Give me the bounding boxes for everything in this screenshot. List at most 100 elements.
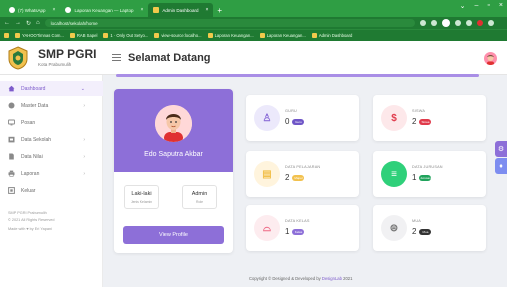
page-title: Selamat Datang <box>128 52 211 64</box>
card-data-pelajaran[interactable]: ▤ DATA PELAJARAN 2 Mapel <box>246 151 359 197</box>
tab-label: (7) WhatsApp <box>18 7 46 13</box>
card-siswa[interactable]: $ SISWA 2 Siswa <box>373 95 486 141</box>
reload-icon[interactable]: ↻ <box>26 20 31 27</box>
gender-stat: Laki-laki Jenis Kelamin <box>124 185 159 209</box>
role-label: Role <box>196 200 203 204</box>
sidebar-item-data-nilai[interactable]: Data Nilai › <box>0 149 103 164</box>
role-value: Admin <box>191 191 208 197</box>
brand-subtitle: Kota Prabumulih <box>38 62 72 67</box>
page-icon <box>65 7 72 13</box>
close-tab-icon[interactable]: × <box>53 7 56 13</box>
chevron-down-icon: ⌄ <box>80 85 85 92</box>
card-guru[interactable]: ♙ GURU 0 Guru <box>246 95 359 141</box>
new-tab-button[interactable]: + <box>213 3 226 17</box>
school-logo-icon <box>8 46 28 70</box>
card-label: SISWA <box>412 109 426 113</box>
gender-label: Jenis Kelamin <box>130 200 153 204</box>
view-profile-button[interactable]: View Profile <box>123 226 224 244</box>
document-icon <box>8 153 15 160</box>
maximize-icon[interactable]: ▫ <box>487 2 489 10</box>
home-icon[interactable]: ⌂ <box>36 20 40 26</box>
card-count: 2 Mapel <box>285 173 305 182</box>
close-tab-icon[interactable]: × <box>141 7 144 13</box>
logout-icon <box>8 187 15 194</box>
card-badge: Mua <box>419 228 432 235</box>
extensions <box>419 19 494 27</box>
school-icon <box>8 136 15 143</box>
bookmark-item[interactable]: RAB Sapel <box>69 33 97 38</box>
browser-tab-bar: (7) WhatsApp × Laporan Keuangan — Laptop… <box>0 0 507 17</box>
bookmark-item[interactable]: 1 · Only Out Setyo... <box>103 33 148 38</box>
extension-icon[interactable] <box>454 20 461 26</box>
back-icon[interactable]: ← <box>4 20 10 26</box>
card-badge: Mapel <box>292 174 305 181</box>
bookmark-item[interactable]: Laporan Keuangan... <box>207 33 254 38</box>
sidebar-item-label: Data Nilai <box>21 153 43 160</box>
database-icon <box>8 102 15 109</box>
sidebar-item-posan[interactable]: Posan <box>0 115 103 130</box>
close-icon[interactable]: × <box>499 2 503 10</box>
bookmark-item[interactable]: view-source:localho... <box>154 33 202 38</box>
notification-icon[interactable] <box>476 20 483 26</box>
user-icon: ♙ <box>254 105 280 131</box>
sidebar-footer-copyright: © 2021 All Rights Reserved <box>8 218 55 222</box>
sidebar-item-keluar[interactable]: Keluar <box>0 183 103 198</box>
bookmark-item[interactable]: Laporan Keuangan... <box>259 33 306 38</box>
user-avatar[interactable] <box>484 52 497 65</box>
sidebar: Dashboard ⌄ Master Data › Posan Data Sek… <box>0 75 103 287</box>
chevron-down-icon[interactable]: ⌄ <box>460 2 466 10</box>
address-bar: ← → ↻ ⌂ localhost/sekolah/home <box>0 17 507 29</box>
brand-title[interactable]: SMP PGRI <box>38 47 96 61</box>
window-controls: ⌄ – ▫ × <box>460 2 503 10</box>
footer-copyright: Copyright © Designed & Developed by Desi… <box>249 276 353 281</box>
card-badge: Kelas <box>292 228 305 235</box>
sidebar-item-dashboard[interactable]: Dashboard ⌄ <box>0 81 103 96</box>
book-icon: ▤ <box>254 161 280 187</box>
browser-tab-admin-dashboard[interactable]: Admin Dashboard × <box>148 3 214 17</box>
sidebar-item-label: Laporan <box>21 170 40 177</box>
drop-icon: ♦ <box>499 162 503 170</box>
chevron-right-icon: › <box>83 153 85 160</box>
sidebar-item-label: Data Sekolah <box>21 136 52 143</box>
role-stat: Admin Role <box>182 185 217 209</box>
footer-link[interactable]: DesignLab <box>322 276 342 281</box>
minimize-icon[interactable]: – <box>475 2 479 10</box>
card-data-jurusan[interactable]: ≡ DATA JURUSAN 1 Jurusan <box>373 151 486 197</box>
chevron-right-icon: › <box>83 170 85 177</box>
browser-tab-laporan[interactable]: Laporan Keuangan — Laptop × <box>60 3 148 17</box>
bookmark-item[interactable]: YAHOOTimnas Com... <box>15 33 64 38</box>
apps-icon[interactable] <box>4 33 9 38</box>
gear-icon: ⚙ <box>497 146 505 153</box>
star-icon[interactable] <box>430 20 437 26</box>
menu-toggle-icon[interactable] <box>112 54 121 61</box>
url-input[interactable]: localhost/sekolah/home <box>44 19 415 27</box>
sidebar-item-master-data[interactable]: Master Data › <box>0 98 103 113</box>
puzzle-icon[interactable] <box>465 20 472 26</box>
profile-avatar <box>155 105 192 142</box>
settings-float-button[interactable]: ⚙ <box>495 141 507 157</box>
browser-tab-whatsapp[interactable]: (7) WhatsApp × <box>4 3 60 17</box>
card-label: MUA <box>412 219 422 223</box>
print-icon <box>8 170 15 177</box>
dollar-icon: $ <box>381 105 407 131</box>
sidebar-item-data-sekolah[interactable]: Data Sekolah › <box>0 132 103 147</box>
card-label: GURU <box>285 109 297 113</box>
close-tab-icon[interactable]: × <box>205 7 208 13</box>
profile-card: Edo Saputra Akbar Laki-laki Jenis Kelami… <box>114 89 233 253</box>
theme-float-button[interactable]: ♦ <box>495 158 507 174</box>
top-accent-bar <box>116 74 479 77</box>
sidebar-item-laporan[interactable]: Laporan › <box>0 166 103 181</box>
bookmark-item[interactable]: Admin Dashboard <box>311 33 352 38</box>
forward-icon[interactable]: → <box>15 20 21 26</box>
card-data-kelas[interactable]: ⌓ DATA KELAS 1 Kelas <box>246 205 359 251</box>
menu-icon[interactable] <box>487 20 494 26</box>
computer-icon <box>8 119 15 126</box>
card-count: 1 Jurusan <box>412 173 432 182</box>
home-icon <box>8 85 15 92</box>
card-badge: Siswa <box>419 118 432 125</box>
card-label: DATA JURUSAN <box>412 165 443 169</box>
share-icon[interactable] <box>419 20 426 26</box>
profile-icon[interactable] <box>441 19 450 27</box>
sidebar-item-label: Master Data <box>21 102 49 109</box>
card-mua[interactable]: ⊜ MUA 2 Mua <box>373 205 486 251</box>
